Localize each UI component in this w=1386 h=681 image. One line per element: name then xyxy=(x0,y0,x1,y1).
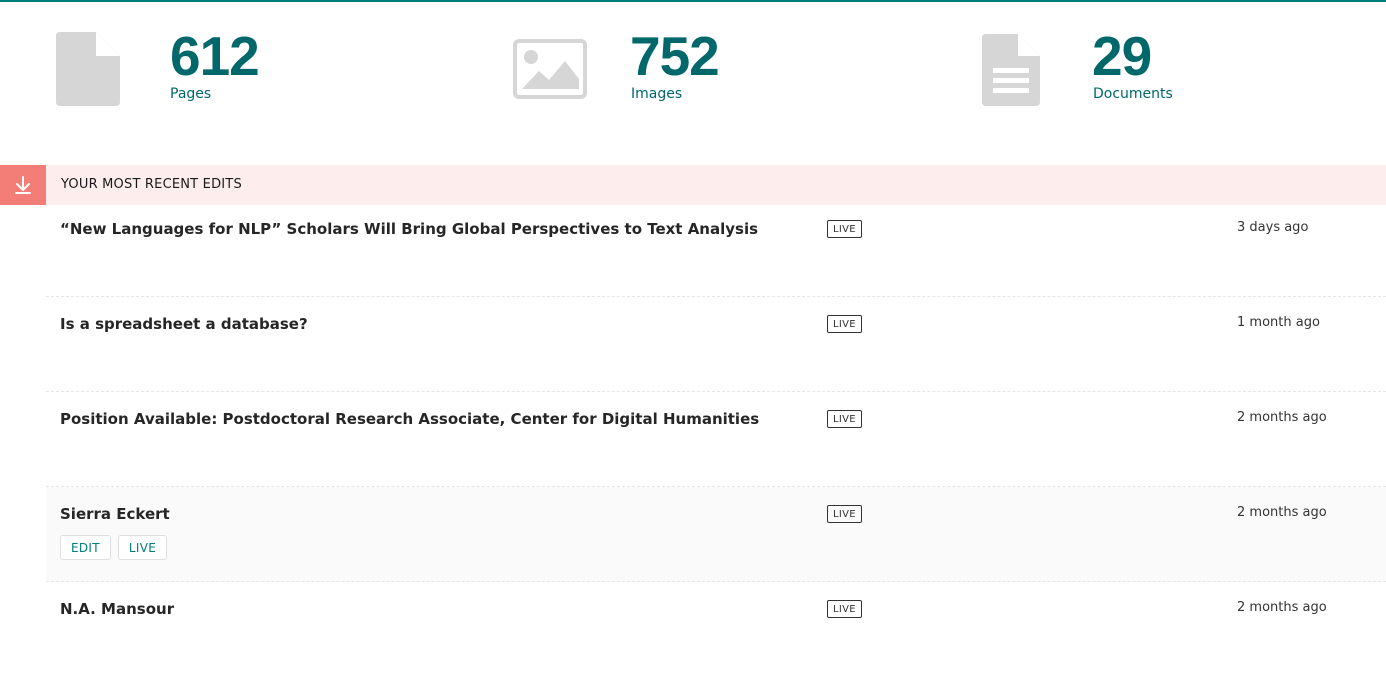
list-item: N.A. Mansour LIVE 2 months ago xyxy=(46,582,1386,677)
list-item: Position Available: Postdoctoral Researc… xyxy=(46,392,1386,487)
list-item: Is a spreadsheet a database? LIVE 1 mont… xyxy=(46,297,1386,392)
pages-count: 612 xyxy=(170,25,260,87)
stat-pages[interactable]: 612 Pages xyxy=(56,25,356,110)
edited-time: 2 months ago xyxy=(1237,505,1327,520)
status-badge: LIVE xyxy=(827,600,862,618)
arrow-down-icon xyxy=(15,176,31,194)
page-icon xyxy=(56,32,120,106)
edited-time: 2 months ago xyxy=(1237,600,1327,615)
documents-label: Documents xyxy=(1093,86,1173,102)
status-badge: LIVE xyxy=(827,315,862,333)
list-item: “New Languages for NLP” Scholars Will Br… xyxy=(46,205,1386,297)
page-title-link[interactable]: Position Available: Postdoctoral Researc… xyxy=(60,410,759,428)
page-title-link[interactable]: Sierra Eckert xyxy=(60,505,170,523)
view-live-button[interactable]: LIVE xyxy=(117,535,168,560)
images-label: Images xyxy=(631,86,683,102)
documents-count: 29 xyxy=(1092,25,1152,87)
stat-images[interactable]: 752 Images xyxy=(513,25,813,110)
status-badge: LIVE xyxy=(827,410,862,428)
status-badge: LIVE xyxy=(827,505,862,523)
page-title-link[interactable]: “New Languages for NLP” Scholars Will Br… xyxy=(60,220,758,238)
image-icon xyxy=(513,39,587,99)
collapse-toggle-button[interactable] xyxy=(0,165,46,205)
list-item: Sierra Eckert LIVE 2 months ago EDIT LIV… xyxy=(46,487,1386,582)
status-badge: LIVE xyxy=(827,220,862,238)
recent-edits-header: YOUR MOST RECENT EDITS xyxy=(0,165,1386,205)
page-title-link[interactable]: N.A. Mansour xyxy=(60,600,174,618)
page-title-link[interactable]: Is a spreadsheet a database? xyxy=(60,315,308,333)
images-count: 752 xyxy=(630,25,720,87)
row-actions: EDIT LIVE xyxy=(60,535,168,560)
document-icon xyxy=(982,34,1040,106)
edit-button[interactable]: EDIT xyxy=(60,535,111,560)
section-title: YOUR MOST RECENT EDITS xyxy=(61,177,242,192)
stat-documents[interactable]: 29 Documents xyxy=(982,25,1282,110)
top-accent-line xyxy=(0,0,1386,2)
edited-time: 1 month ago xyxy=(1237,315,1320,330)
edited-time: 2 months ago xyxy=(1237,410,1327,425)
pages-label: Pages xyxy=(170,86,212,102)
edited-time: 3 days ago xyxy=(1237,220,1309,235)
